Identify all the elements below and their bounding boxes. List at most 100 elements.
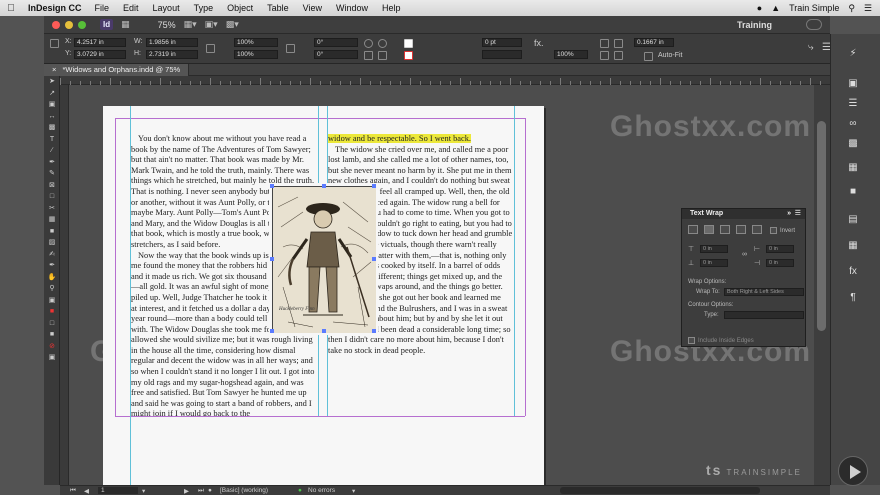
close-tab-icon[interactable]: ×: [52, 65, 56, 74]
selection-tool-icon[interactable]: ➤: [44, 76, 60, 88]
fit-content-to-frame-icon[interactable]: [600, 51, 609, 60]
resize-handle[interactable]: [270, 184, 274, 188]
jump-to-next-column-button[interactable]: [752, 225, 762, 234]
gap-tool-icon[interactable]: ↔: [44, 111, 60, 123]
lightning-icon[interactable]: ⚡: [845, 48, 861, 59]
right-offset-field[interactable]: 0 in: [766, 259, 794, 267]
huck-finn-illustration[interactable]: Huckleberry Finn: [270, 184, 376, 333]
workspace-switcher[interactable]: Training: [737, 20, 772, 30]
eyedropper-tool-icon[interactable]: ✒: [44, 260, 60, 272]
shear-angle-field[interactable]: 0°: [314, 50, 358, 59]
jump-object-button[interactable]: [736, 225, 746, 234]
fit-content-proportionally-icon[interactable]: [600, 39, 609, 48]
pencil-tool-icon[interactable]: ✎: [44, 168, 60, 180]
line-tool-icon[interactable]: ∕: [44, 145, 60, 157]
horizontal-ruler[interactable]: [60, 76, 830, 85]
default-fill-stroke-icon[interactable]: ▣: [44, 295, 60, 307]
resize-handle[interactable]: [322, 329, 326, 333]
character-panel-icon[interactable]: ▦: [845, 240, 861, 251]
opacity-field[interactable]: 100%: [554, 50, 588, 59]
lightning-icon[interactable]: ⤷: [808, 42, 814, 53]
resize-handle[interactable]: [322, 184, 326, 188]
arrange-documents-icon[interactable]: ▩▾: [226, 19, 239, 30]
fitting-offset-field[interactable]: 0.1667 in: [634, 38, 674, 47]
close-window-button[interactable]: [52, 20, 60, 29]
direct-selection-tool-icon[interactable]: ↗: [44, 88, 60, 100]
menu-view[interactable]: View: [296, 3, 329, 13]
links-panel-icon[interactable]: ∞: [845, 118, 861, 129]
resize-handle[interactable]: [270, 257, 274, 261]
scale-x-field[interactable]: 100%: [234, 38, 278, 47]
auto-fit-checkbox[interactable]: [644, 52, 653, 61]
invert-checkbox[interactable]: [770, 227, 777, 234]
stroke-type-field[interactable]: [482, 50, 522, 59]
menu-type[interactable]: Type: [187, 3, 221, 13]
rotation-angle-field[interactable]: 0°: [314, 38, 358, 47]
left-offset-field[interactable]: 0 in: [766, 245, 794, 253]
y-position-field[interactable]: 3.0729 in: [74, 50, 126, 59]
top-offset-field[interactable]: 0 in: [700, 245, 728, 253]
creative-cloud-icon[interactable]: ●: [757, 3, 762, 13]
type-tool-icon[interactable]: T: [44, 134, 60, 146]
apply-color-icon[interactable]: ■: [44, 329, 60, 341]
swatches-panel-icon[interactable]: ▦: [845, 162, 861, 173]
flip-horizontal-icon[interactable]: [364, 51, 373, 60]
rectangle-frame-tool-icon[interactable]: ⊠: [44, 180, 60, 192]
constrain-proportions-icon[interactable]: [206, 44, 215, 53]
content-collector-icon[interactable]: ▩: [44, 122, 60, 134]
menu-edit[interactable]: Edit: [116, 3, 146, 13]
stock-search-field[interactable]: [806, 19, 822, 30]
wrap-to-select[interactable]: Both Right & Left Sides: [724, 288, 804, 296]
preflight-status[interactable]: No errors: [308, 487, 335, 494]
panel-menu-icon[interactable]: ☰: [795, 209, 801, 219]
menu-table[interactable]: Table: [260, 3, 296, 13]
menu-help[interactable]: Help: [375, 3, 408, 13]
screen-mode-tool-icon[interactable]: ▣: [44, 352, 60, 364]
layers-panel-icon[interactable]: ☰: [845, 98, 861, 109]
vertical-ruler[interactable]: [60, 85, 69, 485]
document-style-status[interactable]: [Basic] (working): [220, 487, 268, 494]
rotate-counterclockwise-icon[interactable]: [378, 39, 387, 48]
text-wrap-panel-header[interactable]: Text Wrap » ☰: [682, 209, 805, 219]
next-page-icon[interactable]: ▶: [184, 487, 189, 495]
resize-handle[interactable]: [372, 257, 376, 261]
apple-icon[interactable]: : [0, 3, 22, 14]
play-button[interactable]: [838, 456, 868, 486]
color-panel-icon[interactable]: ■: [845, 186, 861, 197]
document-tab[interactable]: × *Widows and Orphans.indd @ 75%: [44, 64, 190, 76]
bottom-offset-field[interactable]: 0 in: [700, 259, 728, 267]
free-transform-tool-icon[interactable]: ▦: [44, 214, 60, 226]
scissors-tool-icon[interactable]: ✂: [44, 203, 60, 215]
vertical-scrollbar[interactable]: [814, 85, 830, 485]
view-options-icon[interactable]: ▦▾: [184, 19, 197, 30]
note-tool-icon[interactable]: ✍: [44, 249, 60, 261]
zoom-level-select[interactable]: 75%: [158, 20, 176, 30]
preflight-menu-icon[interactable]: ▾: [352, 487, 355, 495]
center-content-icon[interactable]: [614, 51, 623, 60]
list-icon[interactable]: ☰: [864, 3, 872, 14]
stroke-panel-icon[interactable]: ▩: [845, 138, 861, 149]
stroke-swatch-icon[interactable]: [404, 51, 413, 60]
height-field[interactable]: 2.7319 in: [146, 50, 198, 59]
stroke-weight-field[interactable]: 0 pt: [482, 38, 522, 47]
constrain-scale-icon[interactable]: [286, 44, 295, 53]
zoom-window-button[interactable]: [78, 20, 86, 29]
menu-app-name[interactable]: InDesign CC: [22, 3, 88, 13]
pen-tool-icon[interactable]: ✒: [44, 157, 60, 169]
gradient-feather-tool-icon[interactable]: ▨: [44, 237, 60, 249]
horizontal-scrollbar[interactable]: [560, 487, 760, 494]
scrollbar-thumb[interactable]: [817, 121, 826, 331]
previous-page-icon[interactable]: ◀: [84, 487, 89, 495]
wrap-around-bounding-box-button[interactable]: [704, 225, 714, 234]
search-icon[interactable]: ⚲: [848, 3, 855, 14]
gradient-swatch-tool-icon[interactable]: ■: [44, 226, 60, 238]
hand-tool-icon[interactable]: ✋: [44, 272, 60, 284]
contour-type-select[interactable]: [724, 311, 804, 319]
screen-mode-icon[interactable]: ▣▾: [205, 19, 218, 30]
menu-window[interactable]: Window: [329, 3, 375, 13]
effects-icon[interactable]: fx.: [534, 38, 544, 48]
effects-panel-icon[interactable]: fx: [845, 266, 861, 277]
rotate-clockwise-icon[interactable]: [364, 39, 373, 48]
flip-vertical-icon[interactable]: [378, 51, 387, 60]
fill-frame-proportionally-icon[interactable]: [614, 39, 623, 48]
